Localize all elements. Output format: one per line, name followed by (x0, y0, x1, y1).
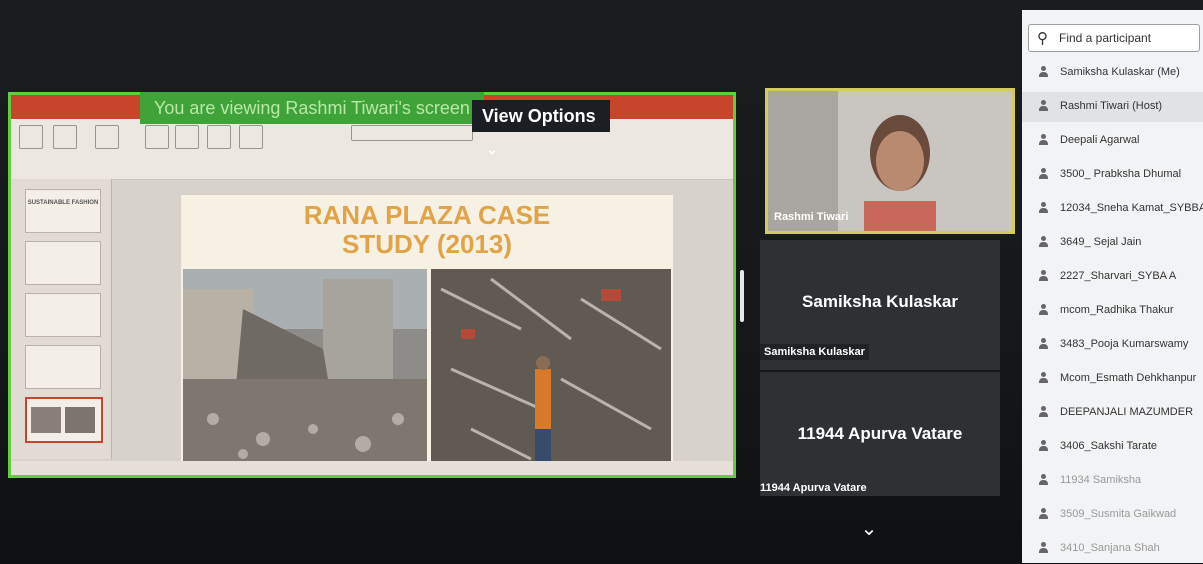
person-icon (1038, 304, 1048, 315)
view-options-label: View Options (482, 106, 596, 126)
participant-name: 11934 Samiksha (1060, 474, 1142, 486)
split-divider[interactable] (740, 270, 744, 322)
participant-list-item[interactable]: mcom_Radhika Thakur (1022, 296, 1203, 326)
slide-thumbnails: SUSTAINABLE FASHION (11, 179, 112, 459)
slide-title-line: RANA PLAZA CASE (303, 200, 551, 230)
participant-name: Rashmi Tiwari (Host) (1060, 100, 1163, 112)
participant-list-item[interactable]: 3483_Pooja Kumarswamy (1022, 330, 1203, 360)
ribbon-icon (145, 125, 169, 149)
participant-name: 12034_Sneha Kamat_SYBBA (1060, 202, 1203, 214)
person-icon (1038, 406, 1048, 417)
participant-name: 3500_ Prabksha Dhumal (1060, 168, 1182, 180)
person-icon (1038, 100, 1048, 111)
slide-canvas: RANA PLAZA CASE STUDY (2013) (181, 195, 673, 467)
video-tile-active[interactable]: Rashmi Tiwari (765, 88, 1015, 234)
collapsed-building-photo (183, 269, 427, 465)
participant-list-item[interactable]: 12034_Sneha Kamat_SYBBA (1022, 194, 1203, 224)
participant-list-item[interactable]: 3406_Sakshi Tarate (1022, 432, 1203, 462)
ribbon-icon (95, 125, 119, 149)
video-caption: Samiksha Kulaskar (760, 344, 869, 360)
video-caption: 11944 Apurva Vatare (760, 482, 867, 494)
view-options-button[interactable]: View Options ⌄ (472, 100, 610, 157)
participant-list-item[interactable]: 3410_Sanjana Shah (1022, 534, 1203, 564)
video-tile[interactable]: 11944 Apurva Vatare (760, 372, 1000, 496)
person-icon (1038, 542, 1048, 553)
thumbnail-title: SUSTAINABLE FASHION (27, 200, 99, 206)
ribbon-icon (175, 125, 199, 149)
participant-list-item[interactable]: 2227_Sharvari_SYBA A (1022, 262, 1203, 292)
participant-list-item[interactable]: Rashmi Tiwari (Host) (1022, 92, 1203, 122)
ribbon-icon (239, 125, 263, 149)
person-icon (1038, 372, 1048, 383)
ribbon-dropdown (351, 125, 473, 141)
ribbon-icon (207, 125, 231, 149)
participant-name: Mcom_Esmath Dehkhanpur (1060, 372, 1197, 384)
participant-name: 11944 Apurva Vatare (797, 424, 963, 443)
participant-list-item[interactable]: Deepali Agarwal (1022, 126, 1203, 156)
participant-name: 3649_ Sejal Jain (1060, 236, 1142, 248)
slide-thumbnail[interactable] (25, 345, 101, 389)
search-placeholder: Find a participant (1059, 31, 1152, 45)
slide-thumbnail[interactable] (25, 293, 101, 337)
screen-share-banner: You are viewing Rashmi Tiwari's screen (140, 92, 484, 124)
person-icon (1038, 134, 1048, 145)
participant-name: 2227_Sharvari_SYBA A (1060, 270, 1177, 282)
participant-list-item[interactable]: 3509_Susmita Gaikwad (1022, 500, 1203, 530)
shared-screen[interactable]: SUSTAINABLE FASHION RANA PLAZA CASE STUD… (8, 92, 736, 478)
participant-name: Deepali Agarwal (1060, 134, 1140, 146)
participant-name: Samiksha Kulaskar (802, 292, 958, 311)
powerpoint-ribbon (11, 119, 733, 180)
participant-list-item[interactable]: 3500_ Prabksha Dhumal (1022, 160, 1203, 190)
slide-title: RANA PLAZA CASE STUDY (2013) (181, 201, 673, 259)
ribbon-icon (53, 125, 77, 149)
search-icon: ⚲ (1037, 30, 1048, 47)
participant-name: Samiksha Kulaskar (Me) (1060, 66, 1180, 78)
chevron-down-icon[interactable]: ⌄ (858, 518, 880, 540)
person-icon (1038, 236, 1048, 247)
slide-title-line: STUDY (2013) (341, 229, 513, 259)
chevron-down-icon: ⌄ (486, 141, 498, 157)
participant-name: 3483_Pooja Kumarswamy (1060, 338, 1189, 350)
participant-search-input[interactable]: ⚲ Find a participant (1028, 24, 1200, 52)
person-icon (1038, 168, 1048, 179)
participant-list-item[interactable]: 11934 Samiksha (1022, 466, 1203, 496)
slide-thumbnail[interactable] (25, 241, 101, 285)
powerpoint-statusbar (11, 461, 733, 475)
meeting-stage: SUSTAINABLE FASHION RANA PLAZA CASE STUD… (0, 0, 1203, 563)
participant-list-item[interactable]: DEEPANJALI MAZUMDER (1022, 398, 1203, 428)
ribbon-icon (19, 125, 43, 149)
participant-name: 3410_Sanjana Shah (1060, 542, 1160, 554)
participant-name: 3406_Sakshi Tarate (1060, 440, 1158, 452)
person-icon (1038, 338, 1048, 349)
participant-name: 3509_Susmita Gaikwad (1060, 508, 1177, 520)
participant-list-item[interactable]: Samiksha Kulaskar (Me) (1022, 58, 1203, 88)
slide-thumbnail[interactable]: SUSTAINABLE FASHION (25, 189, 101, 233)
person-icon (1038, 66, 1048, 77)
participant-name: mcom_Radhika Thakur (1060, 304, 1174, 316)
rubble-photo (431, 269, 671, 465)
participant-list-item[interactable]: 3649_ Sejal Jain (1022, 228, 1203, 258)
slide-thumbnail-selected[interactable] (25, 397, 103, 443)
participant-name: DEEPANJALI MAZUMDER (1060, 406, 1194, 418)
person-icon (1038, 440, 1048, 451)
person-icon (1038, 270, 1048, 281)
person-icon (1038, 508, 1048, 519)
video-caption: Rashmi Tiwari (774, 211, 849, 223)
person-icon (1038, 474, 1048, 485)
participant-list-item[interactable]: Mcom_Esmath Dehkhanpur (1022, 364, 1203, 394)
participants-panel: ⚲ Find a participant Samiksha Kulaskar (… (1022, 10, 1203, 563)
person-icon (1038, 202, 1048, 213)
